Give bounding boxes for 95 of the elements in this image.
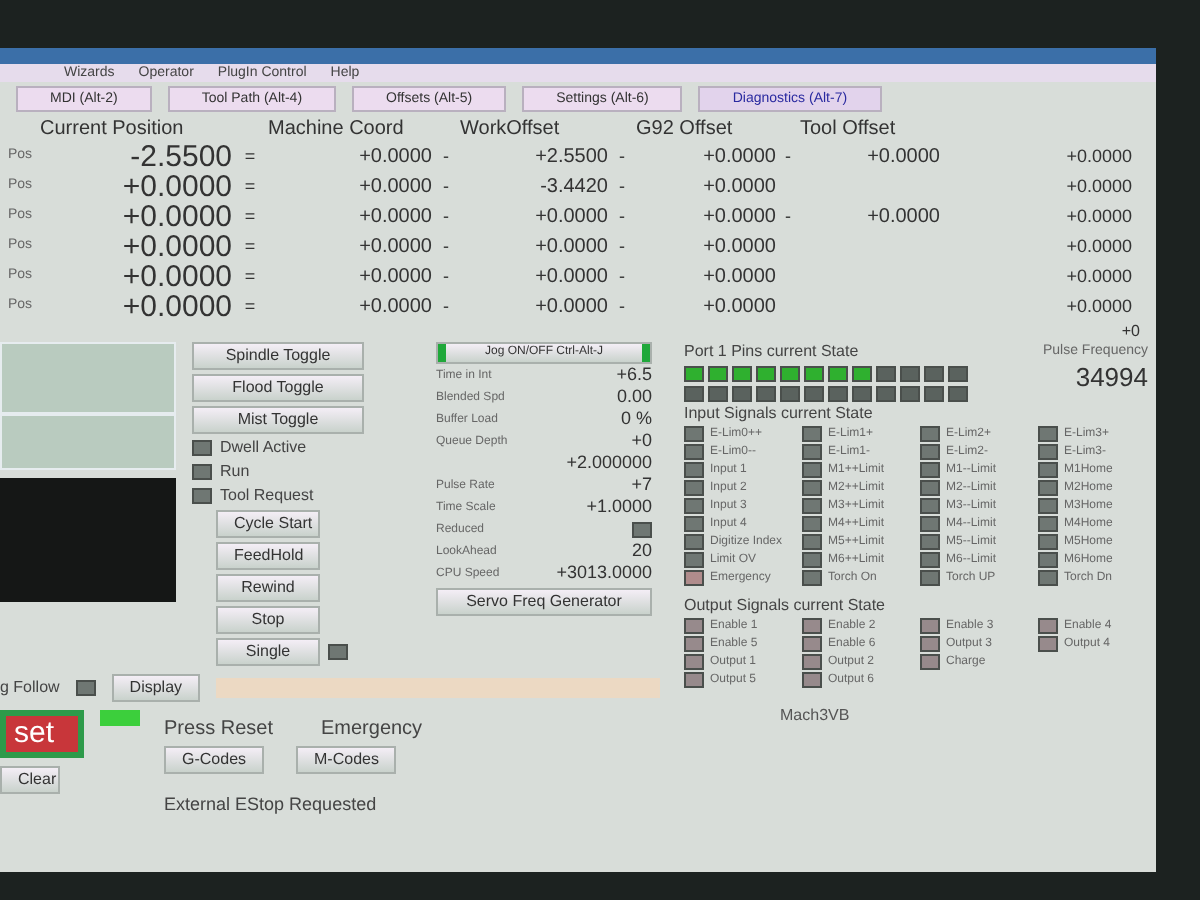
g92-offset-readout: +0.0000 xyxy=(701,204,776,232)
minus-sign: - xyxy=(441,173,451,200)
work-offset-readout: +2.5500 xyxy=(533,144,608,172)
stat-readout: +0 xyxy=(631,428,652,455)
toggle-button[interactable]: Mist Toggle xyxy=(192,406,364,434)
minus-sign: - xyxy=(617,233,627,260)
pulse-frequency-readout: 34994 xyxy=(1075,362,1148,394)
message: Press Reset xyxy=(164,718,273,742)
machine-coord-readout: +0.0000 xyxy=(357,234,432,262)
minus-sign: - xyxy=(441,293,451,320)
minus-sign: - xyxy=(617,293,627,320)
reset-button[interactable]: set xyxy=(0,710,85,758)
column-header: Tool Offset xyxy=(800,116,898,142)
stat-readout: +1.0000 xyxy=(586,494,652,521)
minus-sign: - xyxy=(617,263,627,290)
work-offset-readout: -3.4420 xyxy=(538,174,608,202)
label: Tool Request xyxy=(220,486,314,506)
equals-sign: = xyxy=(242,293,258,320)
cycle-button[interactable]: Stop xyxy=(216,606,320,634)
column-header: Machine Coord xyxy=(268,116,406,142)
section-title: Output Signals current State xyxy=(684,596,887,616)
readout: +0.0000 xyxy=(1064,293,1134,320)
tool-offset-readout: +0.0000 xyxy=(865,144,940,172)
g92-offset-readout: +0.0000 xyxy=(701,264,776,292)
minus-sign: - xyxy=(441,203,451,230)
current-position-readout: -2.5500 xyxy=(128,142,232,172)
equals-sign: = xyxy=(242,233,258,260)
readout: +0 xyxy=(1121,322,1140,342)
toggle-button[interactable]: Spindle Toggle xyxy=(192,342,364,370)
equals-sign: = xyxy=(242,203,258,230)
label: g Follow xyxy=(0,678,60,698)
servo-freq-button[interactable]: Servo Freq Generator xyxy=(436,588,652,616)
clear-button[interactable]: Clear xyxy=(0,766,60,794)
current-position-readout: +0.0000 xyxy=(120,202,232,232)
machine-coord-readout: +0.0000 xyxy=(357,294,432,322)
work-offset-readout: +0.0000 xyxy=(533,294,608,322)
work-offset-readout: +0.0000 xyxy=(533,204,608,232)
equals-sign: = xyxy=(242,263,258,290)
readout: +0.0000 xyxy=(1064,203,1134,230)
work-offset-readout: +0.0000 xyxy=(533,234,608,262)
g92-offset-readout: +0.0000 xyxy=(701,294,776,322)
machine-coord-readout: +0.0000 xyxy=(357,264,432,292)
stat-readout: +2.000000 xyxy=(566,450,652,477)
label: Dwell Active xyxy=(220,438,307,458)
g92-offset-readout: +0.0000 xyxy=(701,174,776,202)
readout: +0.0000 xyxy=(1064,143,1134,170)
code-list-button[interactable]: G-Codes xyxy=(164,746,265,774)
message: External EStop Requested xyxy=(164,794,379,816)
stat-readout: 0 % xyxy=(620,406,652,433)
column-header: Current Position xyxy=(40,116,186,142)
readout: +0.0000 xyxy=(1064,173,1134,200)
readout: +0.0000 xyxy=(1064,233,1134,260)
minus-sign: - xyxy=(441,143,451,170)
stat-readout: +7 xyxy=(631,472,652,499)
equals-sign: = xyxy=(242,173,258,200)
column-header: G92 Offset xyxy=(636,116,735,142)
minus-sign: - xyxy=(441,233,451,260)
minus-sign: - xyxy=(783,203,793,230)
stat-readout: +6.5 xyxy=(616,362,652,389)
equals-sign: = xyxy=(242,143,258,170)
section-title: Port 1 Pins current State xyxy=(684,342,861,362)
cycle-button[interactable]: Single xyxy=(216,638,320,666)
message: Emergency xyxy=(320,718,423,742)
cycle-button[interactable]: FeedHold xyxy=(216,542,320,570)
plugin-label: Mach3VB xyxy=(778,706,852,726)
list-box[interactable] xyxy=(0,414,176,470)
machine-coord-readout: +0.0000 xyxy=(357,144,432,172)
current-position-readout: +0.0000 xyxy=(120,172,232,202)
current-position-readout: +0.0000 xyxy=(120,262,232,292)
label: Run xyxy=(220,462,250,482)
cycle-button[interactable]: Cycle Start xyxy=(216,510,320,538)
column-header: WorkOffset xyxy=(460,116,562,142)
minus-sign: - xyxy=(617,173,627,200)
toggle-button[interactable]: Flood Toggle xyxy=(192,374,364,402)
tool-offset-readout: +0.0000 xyxy=(865,204,940,232)
current-position-readout: +0.0000 xyxy=(120,232,232,262)
readout: +0.0000 xyxy=(1064,263,1134,290)
g92-offset-readout: +0.0000 xyxy=(701,144,776,172)
g92-offset-readout: +0.0000 xyxy=(701,234,776,262)
current-position-readout: +0.0000 xyxy=(120,292,232,322)
minus-sign: - xyxy=(617,203,627,230)
stat-readout: 0.00 xyxy=(616,384,652,411)
stat-readout: 20 xyxy=(631,538,652,565)
code-list-button[interactable]: M-Codes xyxy=(296,746,397,774)
work-offset-readout: +0.0000 xyxy=(533,264,608,292)
display-button[interactable]: Display xyxy=(111,674,201,702)
cycle-button[interactable]: Rewind xyxy=(216,574,320,602)
minus-sign: - xyxy=(783,143,793,170)
minus-sign: - xyxy=(441,263,451,290)
stat-readout: +3013.0000 xyxy=(556,560,652,587)
machine-coord-readout: +0.0000 xyxy=(357,204,432,232)
list-box[interactable] xyxy=(0,342,176,414)
minus-sign: - xyxy=(617,143,627,170)
machine-coord-readout: +0.0000 xyxy=(357,174,432,202)
section-title: Input Signals current State xyxy=(684,404,875,424)
